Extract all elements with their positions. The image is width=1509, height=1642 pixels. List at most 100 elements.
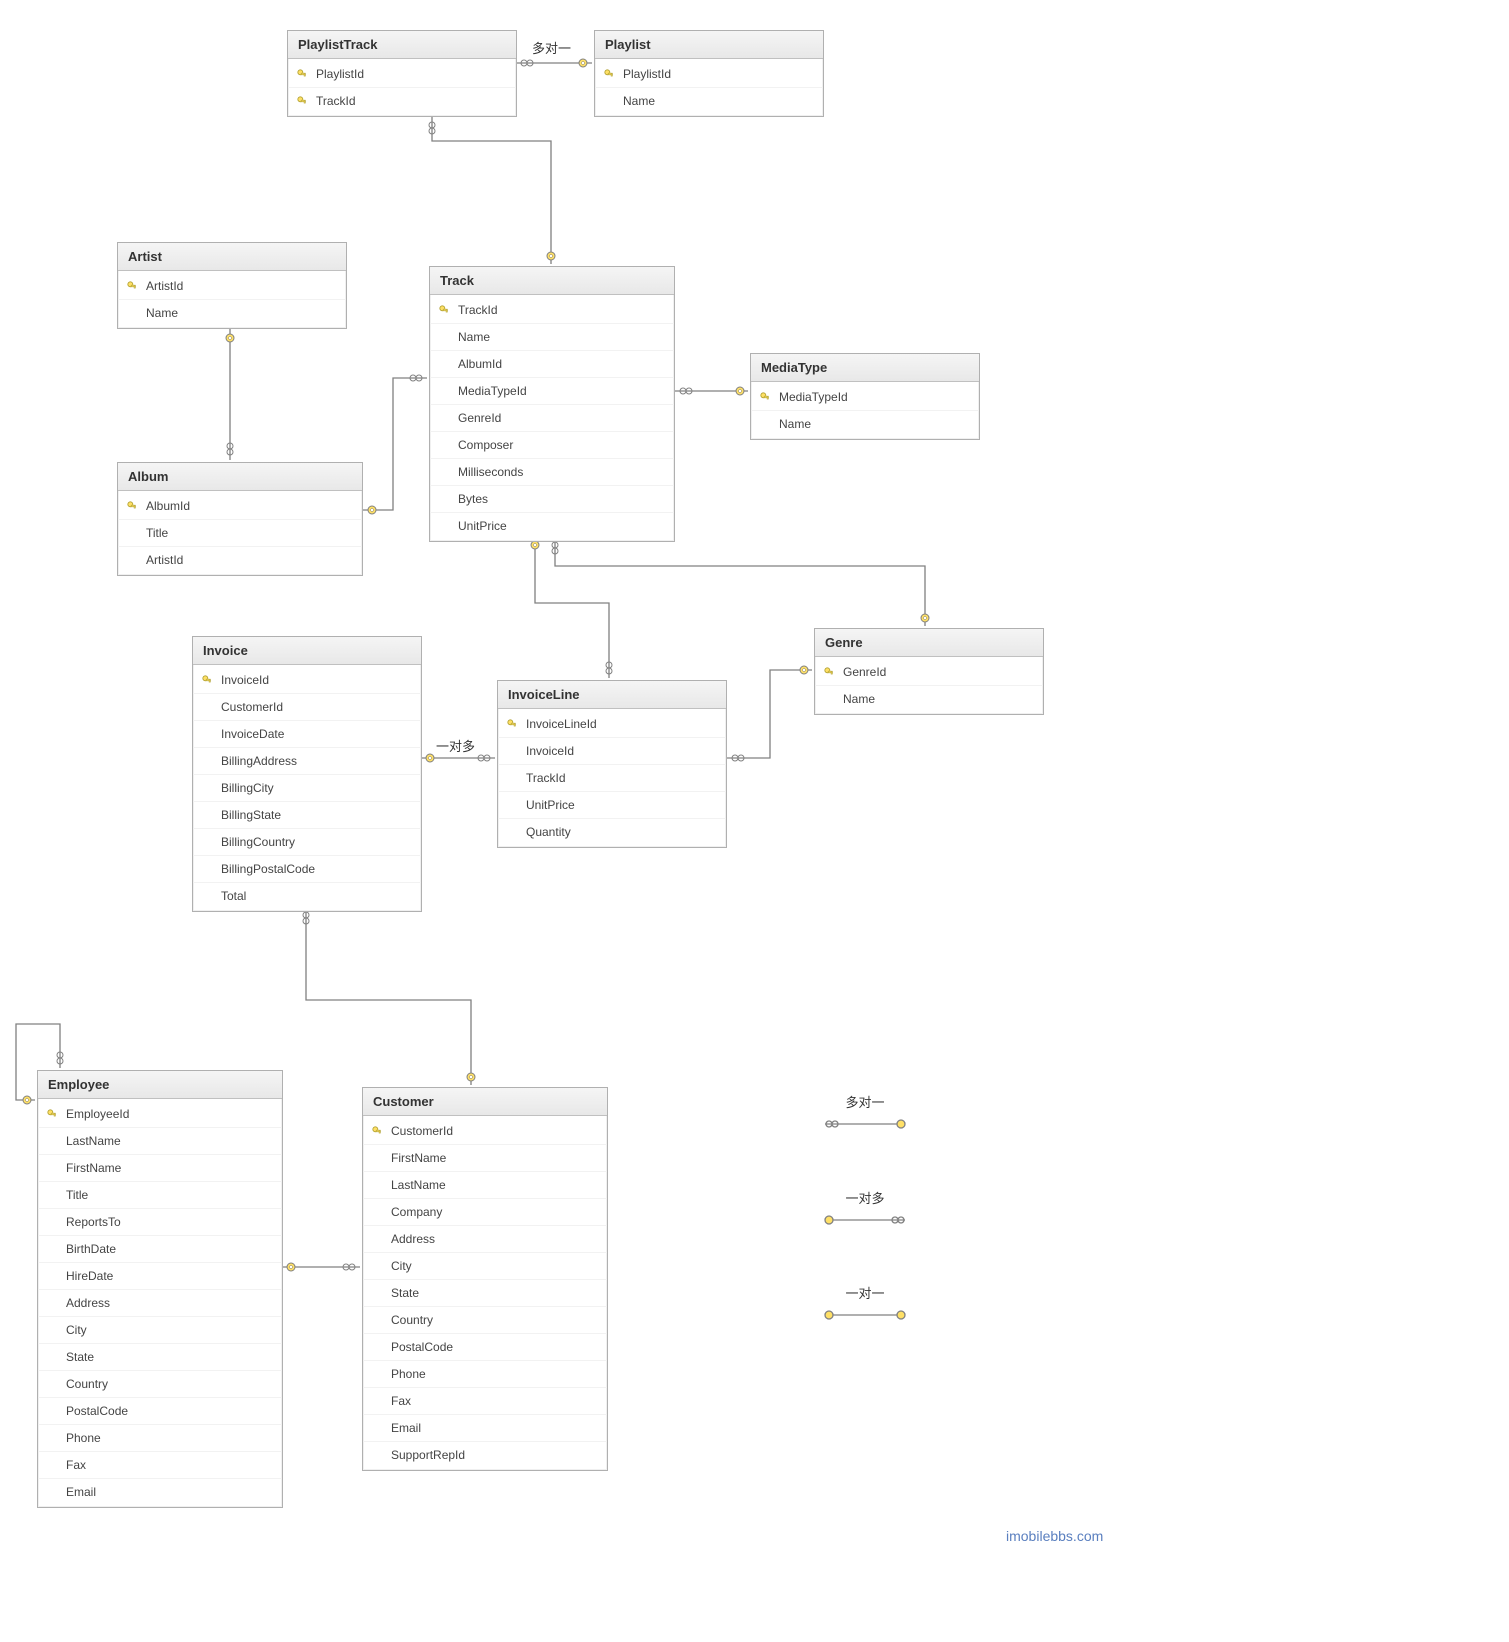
entity-genre[interactable]: GenreGenreIdName <box>814 628 1044 715</box>
column-row[interactable]: Country <box>38 1371 282 1398</box>
primary-key-icon <box>44 1109 60 1119</box>
column-row[interactable]: State <box>38 1344 282 1371</box>
column-row[interactable]: BillingCountry <box>193 829 421 856</box>
column-row[interactable]: Bytes <box>430 486 674 513</box>
column-row[interactable]: Email <box>363 1415 607 1442</box>
column-row[interactable]: ArtistId <box>118 547 362 573</box>
column-row[interactable]: LastName <box>38 1128 282 1155</box>
column-row[interactable]: GenreId <box>430 405 674 432</box>
column-row[interactable]: ArtistId <box>118 273 346 300</box>
entity-title[interactable]: Invoice <box>193 637 421 665</box>
legend-one-to-many: 一对多 <box>805 1188 925 1230</box>
column-row[interactable]: InvoiceId <box>193 667 421 694</box>
column-row[interactable]: SupportRepId <box>363 1442 607 1468</box>
rel-invoiceline-side <box>727 670 812 758</box>
column-row[interactable]: Name <box>430 324 674 351</box>
rel-track-album <box>363 378 427 510</box>
column-row[interactable]: Address <box>363 1226 607 1253</box>
column-row[interactable]: Phone <box>38 1425 282 1452</box>
entity-mediatype[interactable]: MediaTypeMediaTypeId Name <box>750 353 980 440</box>
column-row[interactable]: PostalCode <box>38 1398 282 1425</box>
entity-title[interactable]: Playlist <box>595 31 823 59</box>
primary-key-icon <box>436 305 452 315</box>
column-name: Fax <box>66 1458 86 1472</box>
column-row[interactable]: UnitPrice <box>498 792 726 819</box>
column-row[interactable]: Fax <box>38 1452 282 1479</box>
column-row[interactable]: InvoiceId <box>498 738 726 765</box>
column-row[interactable]: Name <box>595 88 823 114</box>
column-row[interactable]: Total <box>193 883 421 909</box>
column-row[interactable]: PlaylistId <box>288 61 516 88</box>
column-name: UnitPrice <box>458 519 507 533</box>
column-row[interactable]: MediaTypeId <box>430 378 674 405</box>
column-row[interactable]: AlbumId <box>118 493 362 520</box>
column-row[interactable]: AlbumId <box>430 351 674 378</box>
column-row[interactable]: State <box>363 1280 607 1307</box>
column-row[interactable]: InvoiceLineId <box>498 711 726 738</box>
column-row[interactable]: City <box>38 1317 282 1344</box>
entity-title[interactable]: PlaylistTrack <box>288 31 516 59</box>
entity-artist[interactable]: ArtistArtistIdName <box>117 242 347 329</box>
column-row[interactable]: HireDate <box>38 1263 282 1290</box>
column-row[interactable]: BillingPostalCode <box>193 856 421 883</box>
column-row[interactable]: Email <box>38 1479 282 1505</box>
column-row[interactable]: Milliseconds <box>430 459 674 486</box>
column-row[interactable]: InvoiceDate <box>193 721 421 748</box>
column-row[interactable]: TrackId <box>288 88 516 114</box>
column-row[interactable]: BillingAddress <box>193 748 421 775</box>
column-row[interactable]: BirthDate <box>38 1236 282 1263</box>
column-row[interactable]: Title <box>118 520 362 547</box>
entity-columns: PlaylistIdName <box>595 59 823 116</box>
column-row[interactable]: Name <box>751 411 979 437</box>
column-row[interactable]: LastName <box>363 1172 607 1199</box>
column-row[interactable]: Address <box>38 1290 282 1317</box>
entity-title[interactable]: Employee <box>38 1071 282 1099</box>
column-row[interactable]: TrackId <box>498 765 726 792</box>
column-row[interactable]: Country <box>363 1307 607 1334</box>
column-row[interactable]: Name <box>118 300 346 326</box>
column-row[interactable]: TrackId <box>430 297 674 324</box>
column-name: Name <box>779 417 811 431</box>
column-row[interactable]: Composer <box>430 432 674 459</box>
entity-album[interactable]: AlbumAlbumIdTitleArtistId <box>117 462 363 576</box>
entity-title[interactable]: MediaType <box>751 354 979 382</box>
entity-columns: PlaylistIdTrackId <box>288 59 516 116</box>
column-name: Title <box>66 1188 88 1202</box>
entity-title[interactable]: Track <box>430 267 674 295</box>
column-row[interactable]: BillingCity <box>193 775 421 802</box>
column-row[interactable]: CustomerId <box>193 694 421 721</box>
column-row[interactable]: PostalCode <box>363 1334 607 1361</box>
column-name: CustomerId <box>221 700 283 714</box>
column-row[interactable]: City <box>363 1253 607 1280</box>
column-row[interactable]: GenreId <box>815 659 1043 686</box>
entity-customer[interactable]: CustomerCustomerId FirstName LastNameCompa… <box>362 1087 608 1471</box>
column-row[interactable]: Phone <box>363 1361 607 1388</box>
column-name: FirstName <box>391 1151 446 1165</box>
column-row[interactable]: MediaTypeId <box>751 384 979 411</box>
column-row[interactable]: FirstName <box>38 1155 282 1182</box>
column-row[interactable]: EmployeeId <box>38 1101 282 1128</box>
entity-title[interactable]: Album <box>118 463 362 491</box>
column-row[interactable]: Company <box>363 1199 607 1226</box>
column-row[interactable]: BillingState <box>193 802 421 829</box>
column-row[interactable]: PlaylistId <box>595 61 823 88</box>
column-row[interactable]: ReportsTo <box>38 1209 282 1236</box>
entity-invoiceline[interactable]: InvoiceLineInvoiceLineIdInvoiceIdTrackId… <box>497 680 727 848</box>
column-row[interactable]: Name <box>815 686 1043 712</box>
column-row[interactable]: Quantity <box>498 819 726 845</box>
entity-employee[interactable]: EmployeeEmployeeIdLastNameFirstName Title… <box>37 1070 283 1508</box>
entity-playlisttrack[interactable]: PlaylistTrackPlaylistIdTrackId <box>287 30 517 117</box>
entity-title[interactable]: Customer <box>363 1088 607 1116</box>
entity-title[interactable]: Genre <box>815 629 1043 657</box>
entity-playlist[interactable]: PlaylistPlaylistIdName <box>594 30 824 117</box>
column-row[interactable]: Fax <box>363 1388 607 1415</box>
column-row[interactable]: Title <box>38 1182 282 1209</box>
entity-title[interactable]: InvoiceLine <box>498 681 726 709</box>
column-row[interactable]: UnitPrice <box>430 513 674 539</box>
column-row[interactable]: CustomerId <box>363 1118 607 1145</box>
entity-track[interactable]: TrackTrackIdNameAlbumIdMediaTypeIdGenreI… <box>429 266 675 542</box>
column-row[interactable]: FirstName <box>363 1145 607 1172</box>
legend-one-to-one: 一对一 <box>805 1283 925 1325</box>
entity-title[interactable]: Artist <box>118 243 346 271</box>
entity-invoice[interactable]: InvoiceInvoiceIdCustomerIdInvoiceDateBil… <box>192 636 422 912</box>
